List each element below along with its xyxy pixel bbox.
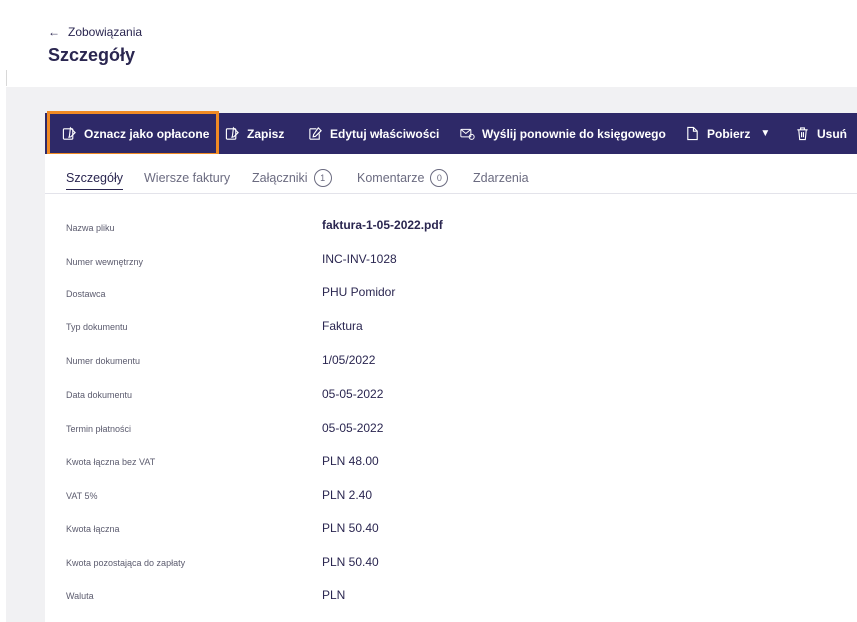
detail-value: 1/05/2022 bbox=[322, 353, 376, 367]
tab-invoice-lines[interactable]: Wiersze faktury bbox=[144, 171, 230, 185]
detail-row: Data dokumentu 05-05-2022 bbox=[45, 387, 857, 421]
arrow-left-icon: ← bbox=[48, 25, 60, 39]
detail-label: Numer wewnętrzny bbox=[66, 257, 144, 267]
detail-label: Data dokumentu bbox=[66, 390, 133, 400]
tab-comments[interactable]: Komentarze 0 bbox=[357, 169, 449, 187]
detail-row: Nazwa pliku faktura-1-05-2022.pdf bbox=[45, 217, 857, 251]
detail-value: INC-INV-1028 bbox=[322, 252, 397, 266]
page-header: ← Zobowiązania Szczegóły bbox=[0, 0, 857, 87]
detail-row: Termin płatności 05-05-2022 bbox=[45, 421, 857, 455]
edit-properties-label: Edytuj właściwości bbox=[330, 126, 440, 141]
resend-to-accountant-button[interactable]: Wyślij ponownie do księgowego bbox=[460, 113, 666, 154]
detail-value: 05-05-2022 bbox=[322, 387, 384, 401]
detail-row: Kwota łączna PLN 50.40 bbox=[45, 521, 857, 555]
tab-events-label: Zdarzenia bbox=[473, 171, 529, 185]
edit-properties-button[interactable]: Edytuj właściwości bbox=[308, 113, 439, 154]
download-label: Pobierz bbox=[707, 126, 751, 141]
detail-value: PLN 48.00 bbox=[322, 454, 379, 468]
detail-label: Termin płatności bbox=[66, 424, 132, 434]
detail-row: Numer dokumentu 1/05/2022 bbox=[45, 353, 857, 387]
tab-details[interactable]: Szczegóły bbox=[66, 171, 123, 190]
detail-label: Kwota pozostająca do zapłaty bbox=[66, 558, 186, 568]
detail-row: VAT 5% PLN 2.40 bbox=[45, 488, 857, 522]
detail-value: PLN 50.40 bbox=[322, 521, 379, 535]
detail-label: Kwota łączna bez VAT bbox=[66, 457, 156, 467]
save-label: Zapisz bbox=[247, 126, 285, 141]
details-panel: Szczegóły Wiersze faktury Załączniki 1 K… bbox=[45, 154, 857, 622]
detail-value: PLN bbox=[322, 588, 346, 602]
detail-label: Numer dokumentu bbox=[66, 356, 141, 366]
detail-row: Kwota łączna bez VAT PLN 48.00 bbox=[45, 454, 857, 488]
detail-row: Numer wewnętrzny INC-INV-1028 bbox=[45, 251, 857, 285]
detail-label: Waluta bbox=[66, 591, 94, 601]
document-icon bbox=[687, 126, 698, 141]
detail-row: Typ dokumentu Faktura bbox=[45, 319, 857, 353]
chevron-down-icon: ▼ bbox=[760, 128, 771, 139]
tab-bar: Szczegóły Wiersze faktury Załączniki 1 K… bbox=[45, 154, 857, 194]
tab-events[interactable]: Zdarzenia bbox=[473, 171, 529, 185]
detail-value: PLN 50.40 bbox=[322, 555, 379, 569]
resend-label: Wyślij ponownie do księgowego bbox=[482, 126, 666, 141]
mark-paid-icon bbox=[62, 126, 76, 140]
download-button[interactable]: Pobierz ▼ bbox=[685, 113, 770, 154]
detail-value: PHU Pomidor bbox=[322, 285, 396, 299]
action-toolbar: Oznacz jako opłacone Zapisz Edytuj właśc… bbox=[45, 111, 857, 156]
edit-icon bbox=[309, 127, 322, 140]
back-link[interactable]: ← Zobowiązania bbox=[48, 25, 142, 39]
detail-row: Dostawca PHU Pomidor bbox=[45, 285, 857, 319]
tab-invoice-lines-label: Wiersze faktury bbox=[144, 171, 231, 185]
back-link-label: Zobowiązania bbox=[68, 25, 143, 39]
tab-details-label: Szczegóły bbox=[66, 171, 123, 185]
tab-comments-label: Komentarze bbox=[357, 171, 425, 185]
page-title: Szczegóły bbox=[48, 45, 136, 65]
delete-label: Usuń bbox=[817, 126, 847, 141]
detail-row: Kwota pozostająca do zapłaty PLN 50.40 bbox=[45, 555, 857, 589]
mark-as-paid-label: Oznacz jako opłacone bbox=[84, 126, 210, 141]
detail-value: PLN 2.40 bbox=[322, 488, 373, 502]
comments-count-badge: 0 bbox=[430, 169, 449, 187]
save-icon bbox=[225, 126, 239, 140]
tab-attachments-label: Załączniki bbox=[252, 171, 308, 185]
detail-label: Nazwa pliku bbox=[66, 223, 115, 233]
mark-as-paid-button[interactable]: Oznacz jako opłacone bbox=[47, 111, 219, 156]
tab-attachments[interactable]: Załączniki 1 bbox=[252, 169, 332, 187]
detail-row: Waluta PLN bbox=[45, 588, 857, 622]
detail-label: Typ dokumentu bbox=[66, 322, 128, 332]
attachments-count-badge: 1 bbox=[313, 169, 332, 187]
detail-value: faktura-1-05-2022.pdf bbox=[322, 218, 443, 232]
delete-button[interactable]: Usuń bbox=[795, 113, 847, 154]
save-button[interactable]: Zapisz bbox=[225, 113, 284, 154]
trash-icon bbox=[797, 127, 808, 141]
detail-label: Kwota łączna bbox=[66, 524, 120, 534]
divider bbox=[6, 70, 7, 86]
envelope-icon bbox=[460, 128, 475, 140]
detail-label: Dostawca bbox=[66, 289, 106, 299]
detail-value: 05-05-2022 bbox=[322, 421, 384, 435]
detail-label: VAT 5% bbox=[66, 491, 98, 501]
detail-value: Faktura bbox=[322, 319, 363, 333]
